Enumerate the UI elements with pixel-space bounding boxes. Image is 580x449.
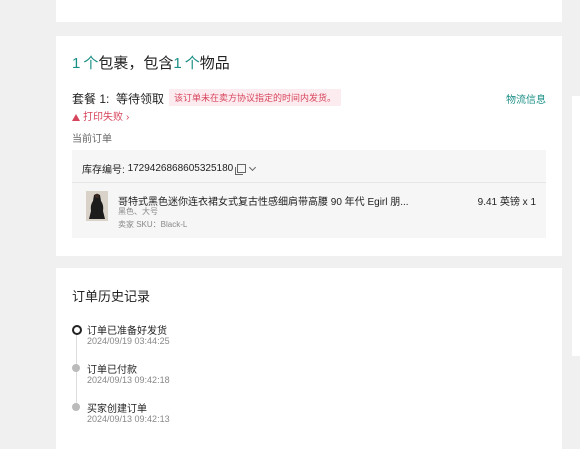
timeline-dot-current (72, 325, 82, 335)
order-history-title: 订单历史记录 (72, 289, 151, 304)
previous-card (56, 0, 562, 22)
product-price: 9.41 英镑 x 1 (477, 197, 536, 208)
plan-row: 套餐 1: 等待领取 该订单未在卖方协议指定的时间内发货。 物流信息 (72, 89, 546, 106)
package-card: 1 个包裹，包含1 个物品 套餐 1: 等待领取 该订单未在卖方协议指定的时间内发货… (56, 36, 562, 256)
timeline-label: 买家创建订单 (87, 404, 147, 415)
product-thumbnail[interactable] (86, 191, 108, 221)
side-panel-edge (572, 96, 580, 356)
order-history-card: 订单历史记录 订单已准备好发货 2024/09/19 03:44:25 订单已付… (56, 268, 562, 449)
current-order-label: 当前订单 (72, 134, 112, 145)
timeline-dot (72, 364, 80, 372)
chevron-right-icon: › (126, 112, 130, 123)
package-title: 1 个包裹，包含1 个物品 (72, 55, 230, 72)
chevron-down-icon[interactable] (249, 163, 257, 171)
product-name[interactable]: 哥特式黑色迷你连衣裙女式复古性感细肩带高腰 90 年代 Egirl 朋... (118, 193, 418, 208)
timeline-label: 订单已准备好发货 (87, 326, 167, 337)
logistics-info-link[interactable]: 物流信息 (506, 91, 546, 106)
sku-row: 库存编号: 1729426868605325180 (82, 161, 257, 176)
timeline-time: 2024/09/19 03:44:25 (87, 336, 170, 346)
plan-status: 套餐 1: 等待领取 (72, 92, 165, 106)
timeline-dot (72, 403, 80, 411)
warning-icon (72, 114, 80, 121)
timeline-time: 2024/09/13 09:42:18 (87, 375, 170, 385)
copy-icon[interactable] (235, 164, 247, 175)
timeline-time: 2024/09/13 09:42:13 (87, 414, 170, 424)
product-variant: 黑色、大号 (118, 207, 158, 216)
seller-sku: 卖家 SKU：Black-L (118, 220, 188, 229)
print-failed-link[interactable]: 打印失败 › (72, 108, 129, 123)
late-shipment-warning: 该订单未在卖方协议指定的时间内发货。 (169, 89, 342, 106)
sku-number: 1729426868605325180 (127, 163, 234, 174)
order-box: 库存编号: 1729426868605325180 哥特式黑色迷你连衣裙女式复古… (72, 150, 546, 238)
divider (72, 182, 546, 183)
timeline-label: 订单已付款 (87, 365, 137, 376)
